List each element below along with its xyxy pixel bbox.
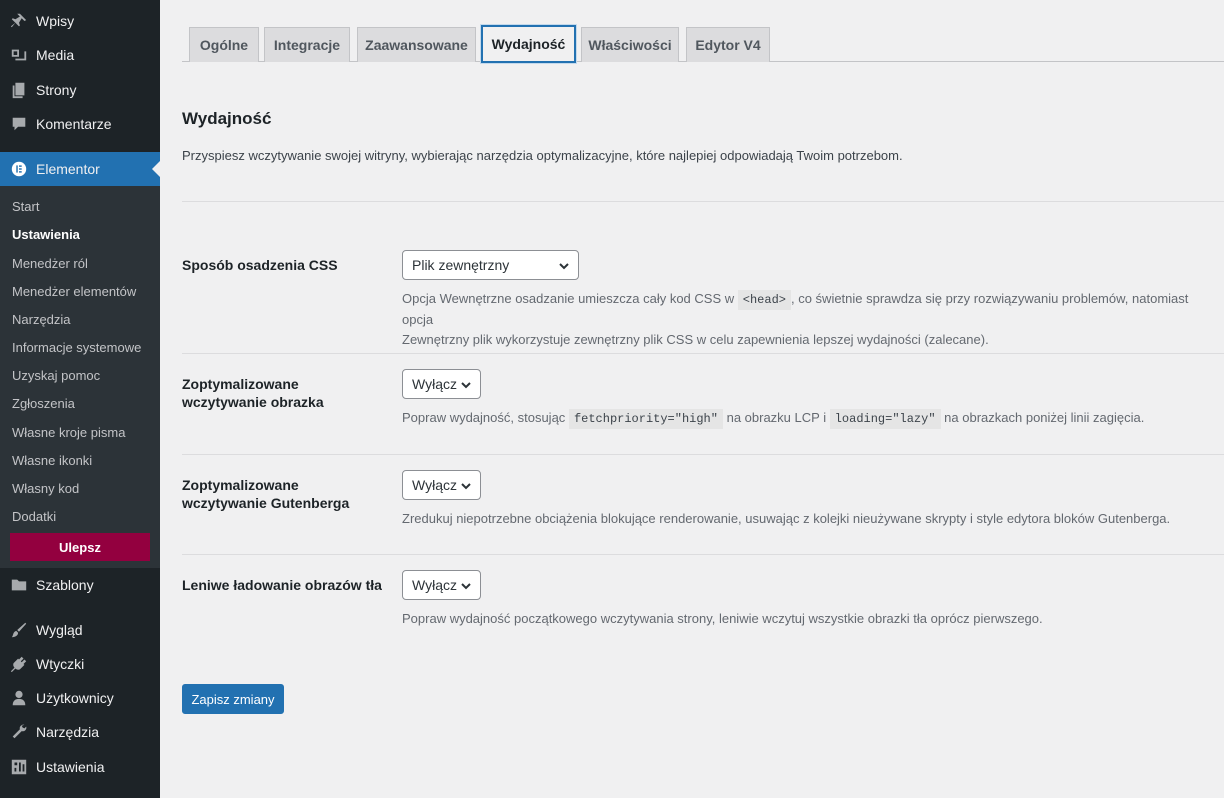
menu-item-plugins[interactable]: Wtyczki bbox=[0, 647, 160, 681]
optimized-gutenberg-loading-select[interactable]: Wyłącz bbox=[402, 470, 481, 500]
menu-item-tools[interactable]: Narzędzia bbox=[0, 715, 160, 749]
divider bbox=[182, 353, 1224, 354]
optimized-image-loading-label: Zoptymalizowane wczytywanie obrazka bbox=[182, 376, 324, 410]
chevron-down-icon bbox=[460, 479, 472, 491]
elementor-submenu: Start Ustawienia Menedżer ról Menedżer e… bbox=[0, 186, 160, 568]
css-print-method-select[interactable]: Plik zewnętrzny bbox=[402, 250, 579, 280]
submenu-item-submissions[interactable]: Zgłoszenia bbox=[12, 396, 75, 411]
optimized-gutenberg-loading-label: Zoptymalizowane wczytywanie Gutenberga bbox=[182, 477, 350, 511]
submenu-item-start[interactable]: Start bbox=[12, 199, 39, 214]
media-icon bbox=[0, 38, 36, 72]
menu-item-media[interactable]: Media bbox=[0, 38, 160, 72]
pages-icon bbox=[0, 73, 36, 107]
brush-icon bbox=[0, 613, 36, 647]
comments-icon bbox=[0, 107, 36, 141]
folder-icon bbox=[0, 568, 36, 602]
menu-item-templates[interactable]: Szablony bbox=[0, 568, 160, 602]
submenu-item-custom-code[interactable]: Własny kod bbox=[12, 481, 79, 496]
admin-sidebar: Wpisy Media Strony Komentarze Elementor … bbox=[0, 0, 160, 798]
menu-item-elementor[interactable]: Elementor bbox=[0, 152, 160, 186]
active-arrow bbox=[152, 161, 160, 177]
settings-icon bbox=[0, 750, 36, 784]
css-desc-text-3: Zewnętrzny plik wykorzystuje zewnętrzny … bbox=[402, 332, 989, 347]
tab-editor-v4[interactable]: Edytor V4 bbox=[686, 27, 770, 62]
divider bbox=[182, 454, 1224, 455]
chevron-down-icon bbox=[460, 378, 472, 390]
menu-item-users[interactable]: Użytkownicy bbox=[0, 681, 160, 715]
head-code: <head> bbox=[737, 290, 791, 310]
image-desc-text-2: na obrazku LCP i bbox=[726, 410, 827, 425]
css-print-method-value: Plik zewnętrzny bbox=[412, 257, 510, 273]
tab-general[interactable]: Ogólne bbox=[189, 27, 259, 62]
save-changes-button[interactable]: Zapisz zmiany bbox=[182, 684, 284, 714]
tab-integrations[interactable]: Integracje bbox=[264, 27, 350, 62]
optimized-image-loading-description: Popraw wydajność, stosując fetchpriority… bbox=[402, 408, 1212, 429]
optimized-gutenberg-loading-description: Zredukuj niepotrzebne obciążenia blokują… bbox=[402, 511, 1171, 526]
menu-item-settings[interactable]: Ustawienia bbox=[0, 750, 160, 784]
loading-lazy-code: loading="lazy" bbox=[829, 409, 941, 429]
optimized-image-loading-select[interactable]: Wyłącz bbox=[402, 369, 481, 399]
upgrade-button[interactable]: Ulepsz bbox=[10, 533, 150, 561]
submenu-item-element-manager[interactable]: Menedżer elementów bbox=[12, 284, 136, 299]
tab-performance[interactable]: Wydajność bbox=[481, 25, 576, 63]
optimized-image-loading-value: Wyłącz bbox=[412, 376, 457, 392]
lazy-load-background-select[interactable]: Wyłącz bbox=[402, 570, 481, 600]
menu-item-pages[interactable]: Strony bbox=[0, 73, 160, 107]
fetchpriority-code: fetchpriority="high" bbox=[568, 409, 723, 429]
submenu-item-settings[interactable]: Ustawienia bbox=[12, 227, 80, 242]
lazy-load-background-description: Popraw wydajność początkowego wczytywani… bbox=[402, 611, 1043, 626]
submenu-item-addons[interactable]: Dodatki bbox=[12, 509, 56, 524]
submenu-item-custom-icons[interactable]: Własne ikonki bbox=[12, 453, 92, 468]
section-title: Wydajność bbox=[182, 109, 272, 128]
lazy-load-background-value: Wyłącz bbox=[412, 577, 457, 593]
section-description: Przyspiesz wczytywanie swojej witryny, w… bbox=[182, 148, 903, 163]
pin-icon bbox=[0, 4, 36, 38]
chevron-down-icon bbox=[558, 259, 570, 271]
submenu-item-tools[interactable]: Narzędzia bbox=[12, 312, 71, 327]
divider bbox=[182, 201, 1224, 202]
css-print-method-description: Opcja Wewnętrzne osadzanie umieszcza cał… bbox=[402, 289, 1212, 350]
image-desc-text-1: Popraw wydajność, stosując bbox=[402, 410, 566, 425]
submenu-item-role-manager[interactable]: Menedżer ról bbox=[12, 256, 88, 271]
tab-features[interactable]: Właściwości bbox=[581, 27, 679, 62]
menu-item-posts[interactable]: Wpisy bbox=[0, 4, 160, 38]
chevron-down-icon bbox=[460, 579, 472, 591]
plugin-icon bbox=[0, 647, 36, 681]
menu-item-appearance[interactable]: Wygląd bbox=[0, 613, 160, 647]
elementor-icon bbox=[0, 152, 36, 186]
submenu-item-get-help[interactable]: Uzyskaj pomoc bbox=[12, 368, 100, 383]
submenu-item-system-info[interactable]: Informacje systemowe bbox=[12, 340, 141, 355]
css-print-method-label: Sposób osadzenia CSS bbox=[182, 257, 338, 273]
optimized-gutenberg-loading-value: Wyłącz bbox=[412, 477, 457, 493]
divider bbox=[182, 554, 1224, 555]
menu-item-comments[interactable]: Komentarze bbox=[0, 107, 160, 141]
image-desc-text-3: na obrazkach poniżej linii zagięcia. bbox=[944, 410, 1145, 425]
wrench-icon bbox=[0, 715, 36, 749]
submenu-item-custom-fonts[interactable]: Własne kroje pisma bbox=[12, 425, 125, 440]
lazy-load-background-label: Leniwe ładowanie obrazów tła bbox=[182, 577, 382, 593]
user-icon bbox=[0, 681, 36, 715]
tab-advanced[interactable]: Zaawansowane bbox=[357, 27, 476, 62]
css-desc-text-1: Opcja Wewnętrzne osadzanie umieszcza cał… bbox=[402, 291, 735, 306]
